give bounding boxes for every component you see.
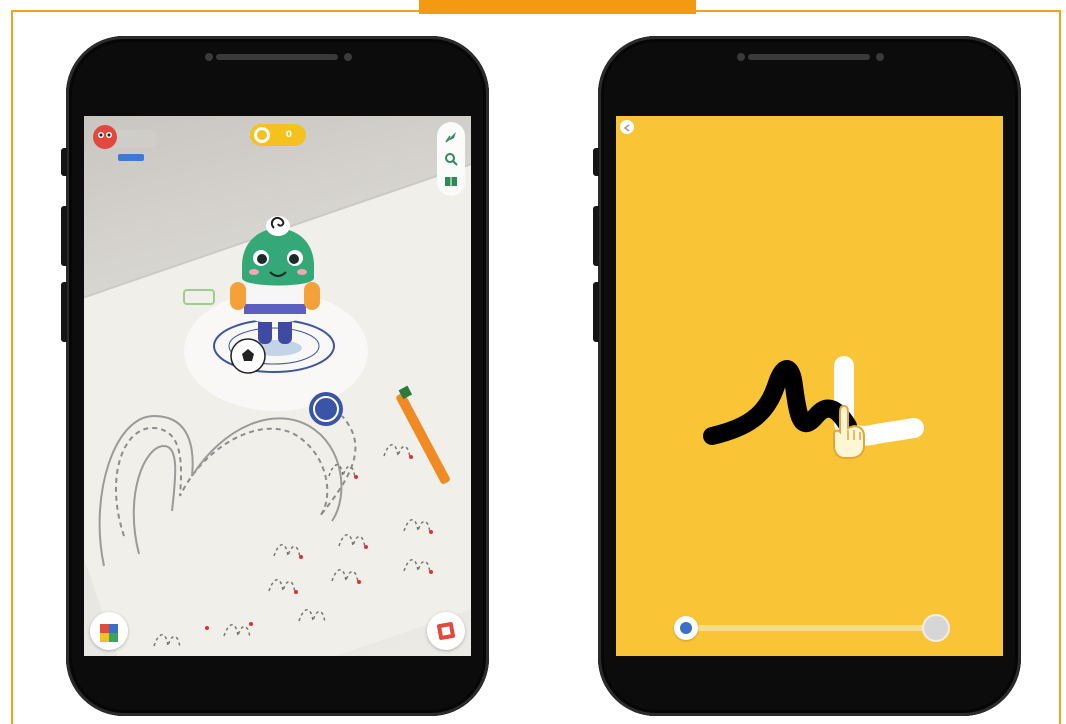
mascot-arm bbox=[230, 282, 246, 310]
start-dot bbox=[205, 626, 209, 630]
start-dot bbox=[299, 555, 303, 559]
phone-left: 0 bbox=[61, 36, 489, 716]
start-dot bbox=[357, 580, 361, 584]
blocks-icon bbox=[100, 624, 118, 642]
practice-letter bbox=[403, 519, 431, 534]
mascot-head-tuft bbox=[266, 216, 290, 236]
letter-stroke-traced bbox=[703, 360, 857, 445]
leaf-icon[interactable] bbox=[444, 130, 458, 144]
pencil-body bbox=[396, 393, 450, 484]
blocks-button[interactable] bbox=[90, 612, 128, 650]
side-button bbox=[593, 206, 599, 266]
mascot-pupil bbox=[257, 254, 267, 264]
front-camera bbox=[344, 53, 352, 61]
start-dot bbox=[429, 530, 433, 534]
mascot-cheek bbox=[249, 269, 259, 275]
ar-marker bbox=[183, 289, 215, 305]
profile-badge bbox=[118, 154, 144, 161]
mascot-belt bbox=[244, 304, 306, 314]
profile-widget[interactable] bbox=[92, 122, 172, 164]
phone-right bbox=[593, 36, 1021, 716]
tracing-screen bbox=[616, 116, 1003, 656]
side-button bbox=[61, 206, 67, 266]
start-dot bbox=[249, 622, 253, 626]
worksheet-overlay bbox=[98, 216, 450, 649]
progress-slider-thumb[interactable] bbox=[674, 616, 698, 640]
start-dot bbox=[364, 545, 368, 549]
tool-panel bbox=[437, 122, 465, 196]
card-icon bbox=[437, 622, 455, 640]
orange-pencil bbox=[396, 385, 450, 484]
front-sensor bbox=[737, 53, 745, 61]
practice-letter bbox=[273, 544, 301, 559]
side-button bbox=[61, 148, 67, 176]
avatar bbox=[93, 125, 117, 149]
side-button bbox=[593, 148, 599, 176]
start-dot bbox=[409, 455, 413, 459]
start-dot bbox=[354, 475, 358, 479]
progress-slider-track bbox=[690, 625, 940, 631]
tracing-letter-outline bbox=[132, 444, 177, 555]
search-icon[interactable] bbox=[444, 152, 458, 166]
practice-letter bbox=[403, 559, 431, 574]
mascot-pupil bbox=[289, 254, 299, 264]
practice-letter bbox=[268, 579, 296, 594]
practice-letters bbox=[153, 444, 431, 649]
start-dots bbox=[205, 455, 433, 630]
start-dot bbox=[429, 570, 433, 574]
mascot-cheek bbox=[297, 269, 307, 275]
book-icon[interactable] bbox=[444, 174, 458, 188]
banner-tab bbox=[419, 0, 696, 14]
tracing-canvas[interactable] bbox=[616, 116, 1003, 656]
practice-letter bbox=[298, 609, 326, 624]
front-sensor bbox=[205, 53, 213, 61]
coin-counter: 0 bbox=[250, 124, 306, 146]
side-button bbox=[593, 282, 599, 342]
progress-slider-end bbox=[922, 614, 950, 642]
coin-icon bbox=[254, 127, 270, 143]
practice-letter bbox=[338, 534, 366, 549]
coin-value: 0 bbox=[285, 130, 292, 140]
card-button[interactable] bbox=[427, 612, 465, 650]
front-camera bbox=[876, 53, 884, 61]
speaker-grille bbox=[216, 54, 338, 60]
practice-letter bbox=[331, 569, 359, 584]
practice-letter bbox=[223, 624, 251, 639]
practice-letter bbox=[383, 444, 411, 459]
practice-letter bbox=[153, 634, 181, 649]
ar-camera-screen: 0 bbox=[84, 116, 471, 656]
start-dot bbox=[294, 590, 298, 594]
mascot-arm bbox=[304, 282, 320, 310]
side-button bbox=[61, 282, 67, 342]
speaker-grille bbox=[748, 54, 870, 60]
